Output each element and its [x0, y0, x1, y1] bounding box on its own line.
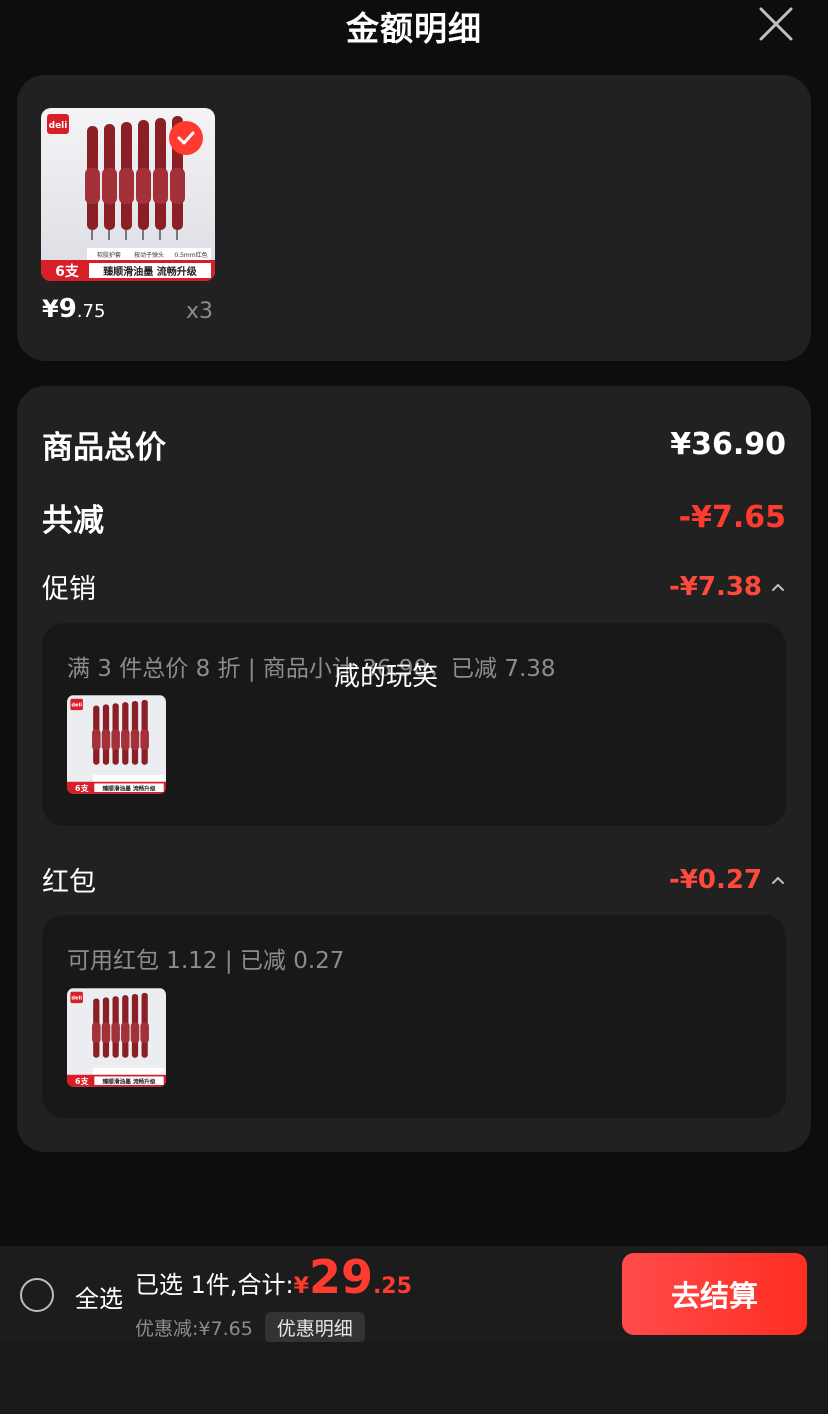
checkout-button[interactable]: 去结算 [622, 1253, 807, 1335]
overlay-caption: 咸的玩笑 [334, 662, 439, 692]
chevron-up-icon[interactable] [770, 872, 786, 888]
svg-text:0.5mm红色: 0.5mm红色 [174, 251, 207, 259]
promo-value: -¥7.38 [669, 572, 786, 602]
chevron-up-icon[interactable] [770, 579, 786, 595]
redpacket-row[interactable]: 红包 -¥0.27 [42, 860, 786, 899]
promo-description: 满 3 件总价 8 折 | 商品小计 36.90，已减 7.38 [67, 656, 556, 682]
close-button[interactable] [758, 6, 794, 42]
price-symbol: ¥ [42, 295, 59, 323]
product-card: deli 软胶护套 按动子弹头 0.5mm红色 6支 臻顺滑油墨 流畅升级 ¥ … [17, 75, 811, 361]
redpacket-label: 红包 [42, 867, 96, 898]
total-reduce-value: -¥7.65 [678, 500, 786, 535]
svg-text:按动子弹头: 按动子弹头 [134, 251, 164, 259]
header: 金额明细 [0, 0, 828, 52]
pen-pack-image: deli 6支 臻顺滑油墨 流畅升级 [67, 988, 166, 1087]
svg-text:deli: deli [71, 996, 82, 1002]
promo-detail-box: 满 3 件总价 8 折 | 商品小计 36.90，已减 7.38 deli 6支… [42, 623, 786, 826]
total-symbol: ¥ [293, 1274, 309, 1299]
discount-text: 优惠减:¥7.65 [135, 1318, 253, 1340]
total-decimal: .25 [372, 1274, 412, 1299]
product-quantity: x3 [186, 299, 214, 324]
select-all-radio[interactable] [20, 1278, 54, 1312]
svg-text:deli: deli [49, 121, 68, 131]
promo-product-thumbnail[interactable]: deli 6支 臻顺滑油墨 流畅升级 [67, 695, 166, 794]
price-decimal: .75 [76, 301, 106, 322]
svg-text:6支: 6支 [75, 783, 89, 793]
total-reduce-row: 共减 -¥7.65 [42, 495, 786, 540]
amount-detail-page: 金额明细 deli 软胶护套 按动子弹头 0.5mm红色 6支 臻顺滑油墨 流畅… [0, 0, 828, 1414]
redpacket-amount: -¥0.27 [668, 864, 762, 895]
pen-pack-image: deli 6支 臻顺滑油墨 流畅升级 [67, 695, 166, 794]
checkmark-icon [177, 131, 195, 145]
select-all-label[interactable]: 全选 [75, 1279, 123, 1314]
order-summary: 已选 1件,合计: ¥ 29 .25 [135, 1254, 412, 1300]
svg-text:6支: 6支 [75, 1076, 89, 1086]
promo-label: 促销 [42, 574, 96, 605]
svg-text:deli: deli [71, 703, 82, 709]
total-integer: 29 [308, 1250, 373, 1304]
promo-amount: -¥7.38 [668, 571, 762, 602]
close-icon [759, 7, 793, 41]
redpacket-description: 可用红包 1.12 | 已减 0.27 [67, 948, 345, 974]
selected-check-badge[interactable] [169, 121, 203, 155]
svg-text:软胶护套: 软胶护套 [97, 251, 121, 259]
total-price-value: ¥36.90 [670, 427, 786, 462]
product-thumbnail[interactable]: deli 软胶护套 按动子弹头 0.5mm红色 6支 臻顺滑油墨 流畅升级 [41, 108, 215, 281]
total-price-row: 商品总价 ¥36.90 [42, 422, 786, 467]
total-price-label: 商品总价 [42, 430, 166, 466]
discount-line: 优惠减:¥7.65 优惠明细 [135, 1312, 365, 1343]
redpacket-value: -¥0.27 [669, 865, 786, 895]
amount-detail-card: 商品总价 ¥36.90 共减 -¥7.65 促销 -¥7.38 满 3 件总价 … [17, 386, 811, 1152]
discount-detail-button[interactable]: 优惠明细 [264, 1312, 365, 1343]
summary-text: 已选 1件,合计: [135, 1271, 294, 1299]
page-title: 金额明细 [346, 9, 482, 48]
svg-text:臻顺滑油墨 流畅升级: 臻顺滑油墨 流畅升级 [103, 265, 197, 278]
product-price: ¥ 9 .75 [42, 294, 105, 324]
svg-text:6支: 6支 [55, 263, 80, 280]
bottom-safe-area [0, 1342, 828, 1414]
redpacket-detail-box: 可用红包 1.12 | 已减 0.27 deli 6支 臻顺滑油墨 流畅升级 [42, 915, 786, 1118]
total-reduce-label: 共减 [42, 503, 104, 539]
checkout-bar: 全选 已选 1件,合计: ¥ 29 .25 优惠减:¥7.65 优惠明细 去结算 [0, 1246, 828, 1343]
redpacket-product-thumbnail[interactable]: deli 6支 臻顺滑油墨 流畅升级 [67, 988, 166, 1087]
promo-row[interactable]: 促销 -¥7.38 [42, 567, 786, 606]
price-integer: 9 [58, 294, 77, 324]
